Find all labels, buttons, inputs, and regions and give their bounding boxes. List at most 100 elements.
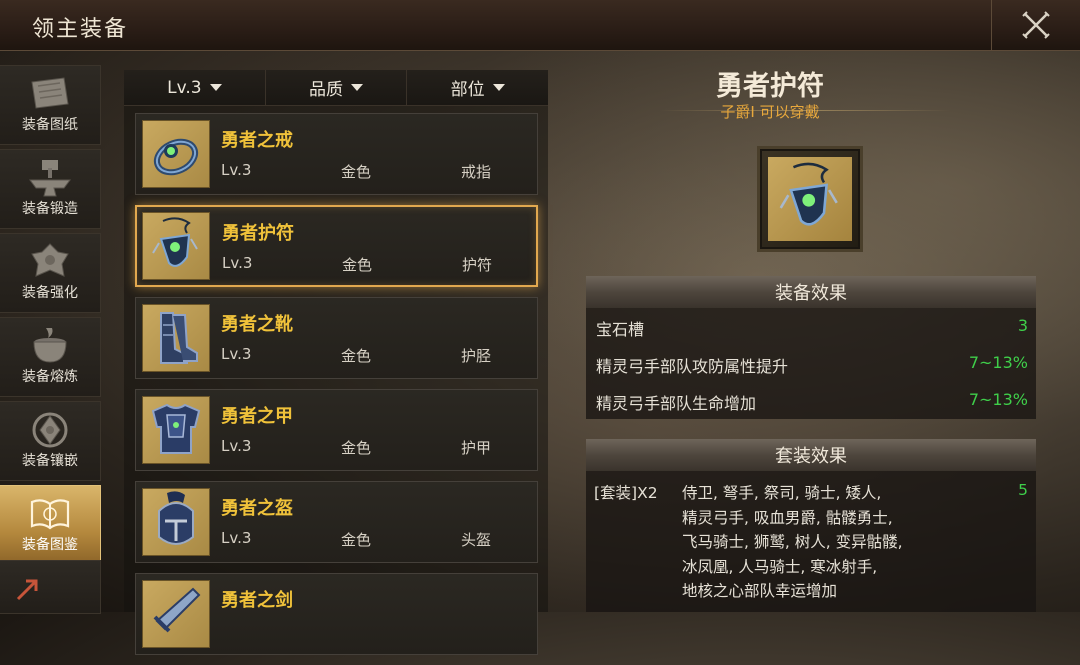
effect-label: 精灵弓手部队生命增加 xyxy=(596,394,757,413)
effect-row: 精灵弓手部队生命增加 7~13% xyxy=(586,382,1036,419)
item-slot: 戒指 xyxy=(461,163,492,181)
set-effects-section: 套装效果 [套装]X2 侍卫, 弩手, 祭司, 骑士, 矮人, 精灵弓手, 吸血… xyxy=(586,439,1036,612)
sword-icon xyxy=(153,587,201,633)
detail-item-image xyxy=(760,149,860,249)
set-line: 侍卫, 弩手, 祭司, 骑士, 矮人, xyxy=(682,484,882,502)
item-name: 勇者之剑 xyxy=(221,590,293,611)
sidebar-item-label: 装备图鉴 xyxy=(22,537,78,553)
effect-value: 7~13% xyxy=(968,390,1028,409)
set-effect-row: [套装]X2 侍卫, 弩手, 祭司, 骑士, 矮人, 精灵弓手, 吸血男爵, 骷… xyxy=(586,471,1036,601)
sidebar-item-smelt[interactable]: 装备熔炼 xyxy=(0,317,101,397)
item-slot: 头盔 xyxy=(461,531,492,549)
chevron-down-icon xyxy=(351,84,363,91)
item-thumbnail xyxy=(142,304,210,372)
list-item[interactable]: 勇者之戒 Lv.3 金色 戒指 xyxy=(135,113,538,195)
enhance-icon xyxy=(31,243,69,277)
page-title: 领主装备 xyxy=(32,17,129,42)
sidebar-item-label: 装备强化 xyxy=(22,285,78,301)
item-quality: 金色 xyxy=(341,439,372,457)
item-slot: 护符 xyxy=(462,256,493,274)
ring-icon xyxy=(153,138,199,176)
item-thumbnail xyxy=(142,212,210,280)
filter-label: 品质 xyxy=(309,80,343,100)
sidebar-item-enhance[interactable]: 装备强化 xyxy=(0,233,101,313)
item-name: 勇者之盔 xyxy=(221,498,293,519)
gem-socket-icon xyxy=(32,412,68,448)
detail-requirement: 子爵I 可以穿戴 xyxy=(720,103,820,121)
set-description: 侍卫, 弩手, 祭司, 骑士, 矮人, 精灵弓手, 吸血男爵, 骷髅勇士, 飞马… xyxy=(682,481,903,604)
item-thumbnail xyxy=(142,488,210,556)
sidebar-item-blueprint[interactable]: 装备图纸 xyxy=(0,65,101,145)
equipment-list-panel: Lv.3 品质 部位 勇者之戒 Lv.3 金色 戒指 勇者护符 Lv.3 金色 … xyxy=(124,70,548,655)
effect-value: 3 xyxy=(1017,316,1028,335)
filter-bar: Lv.3 品质 部位 xyxy=(124,70,548,106)
amulet-icon xyxy=(152,217,198,267)
detail-item-frame xyxy=(768,157,852,241)
effect-row: 宝石槽 3 xyxy=(586,308,1036,345)
chevron-down-icon xyxy=(492,84,505,91)
effect-label: 精灵弓手部队攻防属性提升 xyxy=(596,357,789,376)
close-x-icon xyxy=(1022,11,1050,39)
sidebar-item-label: 装备锻造 xyxy=(22,201,78,217)
set-value: 5 xyxy=(1018,481,1028,499)
item-level: Lv.3 xyxy=(221,437,252,455)
set-line: 地核之心部队幸运增加 xyxy=(682,582,838,600)
item-quality: 金色 xyxy=(341,347,372,365)
close-button[interactable] xyxy=(991,0,1080,50)
arrow-icon xyxy=(16,579,38,601)
filter-label: Lv.3 xyxy=(167,77,202,98)
filter-quality-dropdown[interactable]: 品质 xyxy=(266,70,408,105)
item-quality: 金色 xyxy=(341,163,372,181)
filter-level-dropdown[interactable]: Lv.3 xyxy=(124,70,266,105)
sidebar-more-tab[interactable] xyxy=(0,560,101,614)
equipment-list: 勇者之戒 Lv.3 金色 戒指 勇者护符 Lv.3 金色 护符 勇者之靴 Lv.… xyxy=(135,113,538,665)
filter-slot-dropdown[interactable]: 部位 xyxy=(407,70,548,105)
list-item[interactable]: 勇者之剑 xyxy=(135,573,538,655)
section-title: 套装效果 xyxy=(586,439,1036,471)
set-line: 冰凤凰, 人马骑士, 寒冰射手, xyxy=(682,557,878,576)
item-slot: 护甲 xyxy=(461,439,492,457)
item-level: Lv.3 xyxy=(222,254,253,272)
sidebar-item-codex[interactable]: 装备图鉴 xyxy=(0,485,101,565)
sidebar-item-forge[interactable]: 装备锻造 xyxy=(0,149,101,229)
amulet-icon xyxy=(779,162,838,226)
list-item-selected[interactable]: 勇者护符 Lv.3 金色 护符 xyxy=(135,205,538,287)
sidebar: 装备图纸 装备锻造 装备强化 装备熔炼 装备镶嵌 装备图鉴 xyxy=(0,65,102,569)
section-title: 装备效果 xyxy=(586,276,1036,308)
armor-icon xyxy=(151,403,201,454)
item-name: 勇者之戒 xyxy=(221,130,293,151)
item-thumbnail xyxy=(142,120,210,188)
filter-label: 部位 xyxy=(450,80,485,100)
chevron-down-icon xyxy=(209,84,222,91)
anvil-icon xyxy=(29,160,71,197)
sidebar-item-label: 装备熔炼 xyxy=(22,369,78,385)
list-item[interactable]: 勇者之甲 Lv.3 金色 护甲 xyxy=(135,389,538,471)
set-line: 精灵弓手, 吸血男爵, 骷髅勇士, xyxy=(682,508,893,527)
item-quality: 金色 xyxy=(341,531,372,549)
item-level: Lv.3 xyxy=(221,345,252,363)
helmet-icon xyxy=(158,491,194,545)
blueprint-icon xyxy=(31,77,69,109)
item-thumbnail xyxy=(142,580,210,648)
sidebar-item-label: 装备图纸 xyxy=(22,117,78,133)
sidebar-item-label: 装备镶嵌 xyxy=(22,453,78,469)
cauldron-icon xyxy=(33,328,67,363)
detail-item-name: 勇者护符 xyxy=(716,71,824,102)
codex-book-icon xyxy=(30,499,70,530)
item-slot: 护胫 xyxy=(461,347,492,365)
set-line: 飞马骑士, 狮鹫, 树人, 变异骷髅, xyxy=(682,533,903,551)
item-level: Lv.3 xyxy=(221,529,252,547)
item-thumbnail xyxy=(142,396,210,464)
effect-row: 精灵弓手部队攻防属性提升 7~13% xyxy=(586,345,1036,382)
item-name: 勇者之甲 xyxy=(221,406,293,427)
list-item[interactable]: 勇者之靴 Lv.3 金色 护胫 xyxy=(135,297,538,379)
header-bar: 领主装备 xyxy=(0,0,1080,51)
list-item[interactable]: 勇者之盔 Lv.3 金色 头盔 xyxy=(135,481,538,563)
effect-label: 宝石槽 xyxy=(596,320,645,339)
item-name: 勇者护符 xyxy=(222,223,294,244)
item-level: Lv.3 xyxy=(221,161,252,179)
sidebar-item-inlay[interactable]: 装备镶嵌 xyxy=(0,401,101,481)
equipment-effects-section: 装备效果 宝石槽 3 精灵弓手部队攻防属性提升 7~13% 精灵弓手部队生命增加… xyxy=(586,276,1036,419)
boots-icon xyxy=(160,312,198,364)
item-name: 勇者之靴 xyxy=(221,314,293,335)
